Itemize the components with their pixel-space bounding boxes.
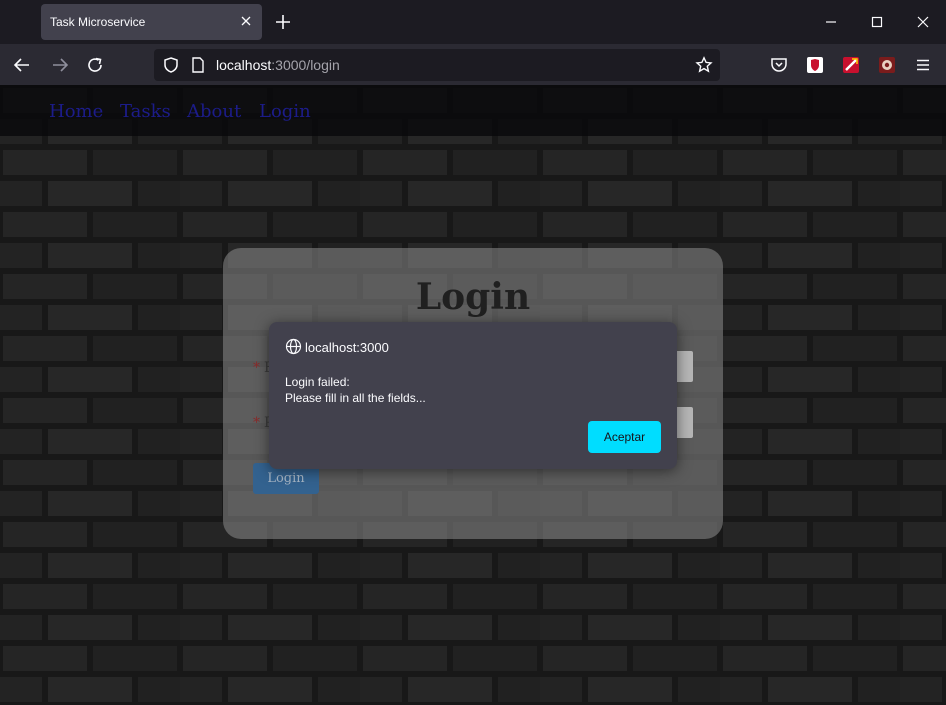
hamburger-menu-icon[interactable] (914, 56, 932, 74)
extension-dark-icon[interactable] (878, 56, 896, 74)
nav-tasks-link[interactable]: Tasks (120, 101, 171, 122)
alert-dialog: localhost:3000 Login failed: Please fill… (269, 322, 677, 469)
dialog-origin: localhost:3000 (305, 340, 389, 355)
page-icon[interactable] (190, 56, 206, 74)
arrow-right-icon (53, 58, 69, 72)
arrow-left-icon (13, 58, 29, 72)
maximize-button[interactable] (854, 0, 900, 44)
browser-toolbar: localhost:3000/login (0, 44, 946, 85)
tab-title: Task Microservice (50, 15, 146, 29)
url-host: localhost (216, 57, 272, 73)
dialog-message-line2: Please fill in all the fields... (285, 391, 426, 405)
close-window-button[interactable] (900, 0, 946, 44)
browser-titlebar: Task Microservice (0, 0, 946, 44)
bookmark-star-icon[interactable] (695, 56, 713, 74)
browser-tab[interactable]: Task Microservice (41, 4, 262, 40)
email-field[interactable] (675, 351, 693, 382)
nav-home-link[interactable]: Home (49, 101, 103, 122)
close-tab-icon[interactable] (238, 13, 254, 29)
reload-icon (88, 57, 102, 72)
pocket-icon[interactable] (770, 56, 788, 74)
extension-red-icon[interactable] (842, 56, 860, 74)
minimize-button[interactable] (808, 0, 854, 44)
minimize-icon (826, 21, 836, 23)
shield-icon[interactable] (162, 56, 180, 74)
nav-about-link[interactable]: About (187, 101, 241, 122)
address-bar[interactable]: localhost:3000/login (154, 49, 720, 81)
password-field[interactable] (675, 407, 693, 438)
new-tab-icon[interactable] (274, 13, 292, 31)
forward-button[interactable] (50, 55, 70, 75)
back-button[interactable] (12, 55, 32, 75)
required-mark: * (253, 415, 260, 431)
reload-button[interactable] (85, 55, 105, 75)
extension-shield-icon[interactable] (806, 56, 824, 74)
site-navbar: Home Tasks About Login (0, 85, 946, 136)
url-path: :3000/login (271, 57, 340, 73)
login-title: Login (415, 276, 531, 318)
accept-button[interactable]: Aceptar (588, 421, 661, 453)
required-mark: * (253, 360, 260, 376)
dialog-message-line1: Login failed: (285, 375, 350, 389)
close-icon (917, 16, 929, 28)
nav-login-link[interactable]: Login (259, 101, 311, 122)
url-text[interactable]: localhost:3000/login (216, 57, 340, 73)
globe-icon (285, 338, 302, 355)
maximize-icon (871, 16, 883, 28)
